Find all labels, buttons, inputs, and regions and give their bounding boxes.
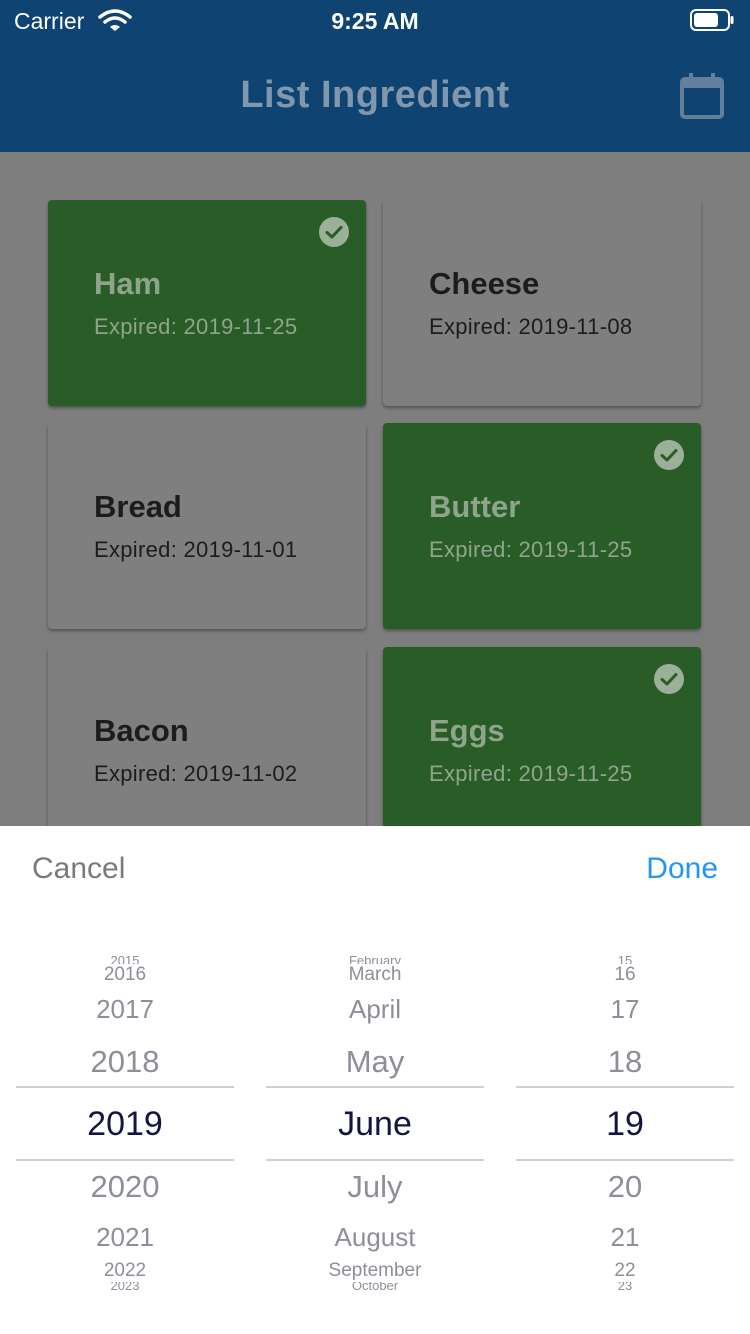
ingredient-name: Cheese: [429, 266, 540, 301]
picker-item: September: [328, 1260, 422, 1281]
ingredient-card[interactable]: Ham Expired: 2019-11-25: [48, 200, 366, 406]
picker-item: 2015: [110, 956, 140, 964]
check-circle-icon: [319, 217, 349, 247]
picker-item: 2017: [96, 994, 154, 1024]
ingredient-name: Eggs: [429, 713, 505, 748]
picker-item: March: [348, 964, 402, 985]
picker-item-selected: 19: [606, 1105, 644, 1143]
ingredient-expiry: Expired: 2019-11-25: [94, 314, 298, 339]
calendar-icon[interactable]: [676, 70, 728, 122]
picker-item: August: [334, 1222, 416, 1252]
selection-line: [16, 1159, 234, 1161]
picker-item: 2023: [110, 1282, 140, 1290]
ingredient-expiry: Expired: 2019-11-25: [429, 761, 633, 786]
ingredient-expiry: Expired: 2019-11-01: [94, 537, 298, 562]
day-wheel[interactable]: 15 16 17 18 19 20 21 22 23: [516, 956, 734, 1290]
picker-item: 17: [610, 994, 640, 1024]
clock: 9:25 AM: [331, 8, 419, 34]
selection-line: [266, 1159, 484, 1161]
ingredient-card[interactable]: Cheese Expired: 2019-11-08: [383, 200, 701, 406]
picker-item: 2018: [90, 1044, 160, 1079]
picker-item: 2021: [96, 1222, 154, 1252]
selection-line: [516, 1159, 734, 1161]
picker-item-selected: 2019: [87, 1105, 163, 1143]
ingredient-card[interactable]: Eggs Expired: 2019-11-25: [383, 647, 701, 826]
cancel-button[interactable]: Cancel: [32, 852, 125, 886]
ingredient-card[interactable]: Bread Expired: 2019-11-01: [48, 423, 366, 629]
ingredient-expiry: Expired: 2019-11-02: [94, 761, 298, 786]
picker-item: 20: [607, 1169, 643, 1204]
ingredient-name: Butter: [429, 489, 521, 524]
year-wheel[interactable]: 2015 2016 2017 2018 2019 2020 2021 2022 …: [16, 956, 234, 1290]
picker-item: 2022: [103, 1260, 147, 1281]
ingredient-name: Ham: [94, 266, 162, 301]
picker-item: July: [347, 1169, 403, 1204]
picker-item: 2016: [103, 964, 147, 985]
picker-item: 23: [617, 1282, 633, 1290]
done-button[interactable]: Done: [646, 852, 718, 886]
date-picker-sheet: Cancel Done 2015 2016 2017 2018 2019 202…: [0, 826, 750, 1334]
picker-item: October: [351, 1282, 399, 1290]
check-circle-icon: [654, 440, 684, 470]
picker-item: 18: [607, 1044, 643, 1079]
picker-item: 22: [614, 1260, 636, 1281]
picker-item: February: [348, 956, 402, 964]
picker-item: April: [348, 994, 401, 1024]
check-circle-icon: [654, 664, 684, 694]
ingredient-card[interactable]: Bacon Expired: 2019-11-02: [48, 647, 366, 826]
picker-item-selected: June: [338, 1105, 412, 1143]
ingredient-expiry: Expired: 2019-11-08: [429, 314, 633, 339]
month-wheel[interactable]: February March April May June July Augus…: [266, 956, 484, 1290]
ingredient-expiry: Expired: 2019-11-25: [429, 537, 633, 562]
picker-item: 2020: [90, 1169, 160, 1204]
page-title: List Ingredient: [240, 74, 510, 116]
battery-icon: [690, 9, 734, 31]
status-bar: Carrier 9:25 AM: [0, 0, 750, 40]
picker-item: 21: [610, 1222, 640, 1252]
picker-item: 16: [614, 964, 636, 985]
selection-line: [516, 1086, 734, 1088]
app-bar: List Ingredient: [0, 40, 750, 152]
ingredient-card[interactable]: Butter Expired: 2019-11-25: [383, 423, 701, 629]
picker-item: 15: [617, 956, 633, 964]
selection-line: [16, 1086, 234, 1088]
ingredient-name: Bread: [94, 489, 182, 524]
selection-line: [266, 1086, 484, 1088]
picker-item: May: [345, 1044, 405, 1079]
ingredient-name: Bacon: [94, 713, 189, 748]
ingredient-grid: Ham Expired: 2019-11-25 Cheese Expired: …: [0, 152, 750, 826]
